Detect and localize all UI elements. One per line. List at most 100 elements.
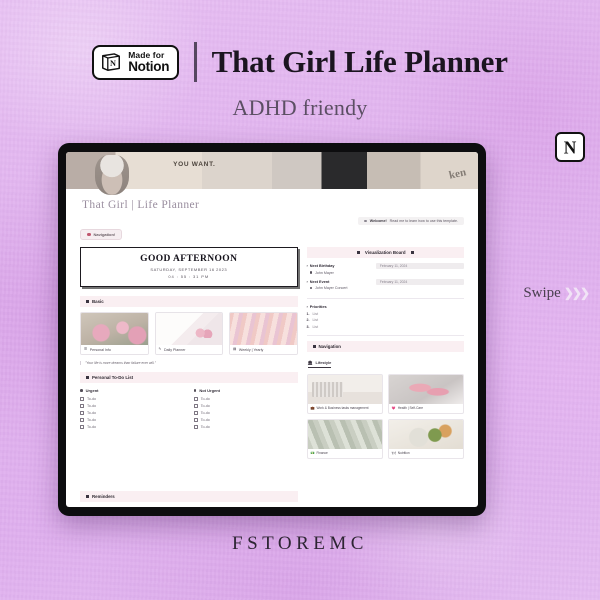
- checkbox[interactable]: [80, 418, 84, 423]
- page-title: That Girl Life Planner: [211, 44, 508, 79]
- checkbox[interactable]: [193, 396, 198, 401]
- todo-item[interactable]: To-do: [193, 403, 298, 408]
- nav-card-nutrition[interactable]: 🍽 Nutrition: [387, 418, 464, 459]
- building-icon: 🏛: [307, 359, 313, 365]
- checkbox[interactable]: [193, 403, 198, 408]
- todo-column-title: Not Urgent: [193, 388, 298, 393]
- todo-columns: Urgent To-do To-do To-do To-do To-do Not: [80, 388, 298, 432]
- welcome-callout[interactable]: Welcome! Read me to learn how to use thi…: [358, 217, 464, 225]
- card-caption: 💵 Finance: [308, 449, 382, 458]
- badge-text: Made for Notion: [128, 50, 170, 74]
- swipe-label: Swipe: [523, 285, 561, 301]
- square-bullet-icon: [356, 251, 360, 254]
- priority-item[interactable]: 1. List: [307, 312, 465, 316]
- basic-card-personal-info[interactable]: ☰ Personal Info: [80, 312, 149, 355]
- chevron-right-icon: ❯❯❯: [563, 286, 590, 300]
- todo-item[interactable]: To-do: [193, 410, 298, 415]
- navigation-cards: 💼 Work & Business tasks management 💗 Hea…: [306, 373, 464, 459]
- todo-label: To-do: [87, 396, 96, 401]
- reminders-heading-label: Reminders: [92, 494, 115, 499]
- priority-item[interactable]: 3. List: [307, 325, 465, 329]
- visualization-heading-label: Visualization Board: [364, 250, 406, 255]
- checkbox[interactable]: [193, 425, 198, 430]
- nav-card-health-selfcare[interactable]: 💗 Health | Self-Care: [387, 373, 464, 414]
- badge-notion: Notion: [128, 59, 170, 74]
- visualization-row-birthday: › Next Birthday February 11, 2024: [306, 263, 464, 269]
- card-caption: 🍽 Nutrition: [389, 449, 463, 458]
- checkbox[interactable]: [80, 396, 84, 401]
- card-thumbnail: [155, 313, 222, 345]
- todo-item[interactable]: To-do: [193, 396, 298, 401]
- basic-card-weekly-yearly[interactable]: ▤ Weekly | Yearly: [229, 312, 298, 355]
- row-key-label: Next Birthday: [309, 264, 335, 268]
- greeting-card: GOOD AFTERNOON SATURDAY, SEPTEMBER 16 20…: [80, 247, 298, 287]
- tablet-mockup: YOU WANT. ken That Girl | Life Planner W…: [58, 143, 486, 516]
- tab-lifestyle-label: Lifestyle: [315, 359, 332, 365]
- notion-page: That Girl | Life Planner Welcome! Read m…: [66, 189, 478, 507]
- checkbox[interactable]: [80, 403, 84, 408]
- left-column: GOOD AFTERNOON SATURDAY, SEPTEMBER 16 20…: [80, 247, 298, 507]
- welcome-text: Read me to learn how to use this templat…: [389, 219, 458, 223]
- todo-item[interactable]: To-do: [80, 418, 184, 423]
- basic-card-daily-planner[interactable]: ✎ Daily Planner: [154, 312, 223, 355]
- priority-item[interactable]: 2. List: [307, 318, 465, 322]
- basic-heading-label: Basic: [92, 299, 104, 304]
- todo-item[interactable]: To-do: [80, 410, 184, 415]
- nav-card-finance[interactable]: 💵 Finance: [306, 418, 383, 459]
- todo-item[interactable]: To-do: [80, 396, 184, 401]
- visualization-section-heading: Visualization Board: [306, 247, 464, 258]
- visualization-subitem-birthday: John Mayer: [309, 271, 465, 275]
- swipe-indicator: Swipe ❯❯❯: [523, 285, 590, 302]
- todo-label: To-do: [200, 396, 210, 401]
- reminders-section: Reminders: [80, 491, 298, 507]
- square-bullet-icon: [86, 300, 89, 303]
- card-thumbnail: [307, 419, 382, 449]
- subitem-label: John Mayer Concert: [315, 286, 348, 290]
- right-column: Visualization Board › Next Birthday Febr…: [306, 247, 465, 507]
- checkbox[interactable]: [193, 410, 198, 415]
- greeting-time: 04 : 55 : 31 PM: [168, 274, 210, 279]
- notion-cover-image: YOU WANT. ken: [66, 152, 478, 195]
- visualization-row-event: › Next Event February 11, 2024: [307, 278, 464, 285]
- todo-urgent-label: Urgent: [85, 388, 99, 393]
- card-caption: 💼 Work & Business tasks management: [308, 404, 382, 413]
- checkbox[interactable]: [80, 425, 84, 430]
- checkbox[interactable]: [80, 410, 84, 415]
- food-icon: 🍽: [391, 451, 396, 456]
- todo-heading-label: Personal To-Do List: [92, 375, 134, 380]
- checkbox[interactable]: [193, 418, 198, 423]
- chevron-right-icon: ›: [306, 264, 308, 268]
- card-label: Nutrition: [397, 451, 410, 456]
- todo-item[interactable]: To-do: [193, 425, 298, 430]
- made-for-notion-badge: N Made for Notion: [92, 44, 180, 80]
- todo-label: To-do: [200, 410, 210, 415]
- priority-number: 2.: [306, 318, 310, 323]
- brand-watermark: FSTOREMC: [232, 533, 368, 554]
- nav-card-work-business[interactable]: 💼 Work & Business tasks management: [306, 373, 383, 414]
- priorities-title: › Priorities: [307, 304, 465, 309]
- reminders-section-heading: Reminders: [80, 491, 298, 502]
- calendar-icon: ▤: [233, 346, 237, 351]
- card-label: Daily Planner: [164, 347, 186, 352]
- tab-lifestyle[interactable]: 🏛 Lifestyle: [307, 359, 332, 368]
- todo-column-urgent: Urgent To-do To-do To-do To-do To-do: [80, 388, 184, 432]
- heart-icon: 💗: [391, 406, 396, 411]
- navigation-pill-label: Navigation!: [93, 232, 116, 237]
- card-caption: ▤ Weekly | Yearly: [230, 345, 297, 354]
- title-row: N Made for Notion That Girl Life Planner: [92, 42, 508, 82]
- todo-label: To-do: [87, 410, 96, 415]
- subtitle: ADHD friendy: [232, 95, 368, 120]
- person-icon: ☰: [84, 346, 88, 351]
- todo-item[interactable]: To-do: [80, 403, 184, 408]
- chevron-right-icon: ›: [306, 303, 308, 309]
- svg-text:N: N: [110, 59, 116, 68]
- square-bullet-icon: [86, 495, 89, 498]
- priority-label: List: [312, 324, 319, 329]
- card-label: Personal Info: [89, 347, 111, 352]
- basic-cards: ☰ Personal Info ✎ Daily Planner ▤ Weekly…: [80, 312, 298, 355]
- todo-item[interactable]: To-do: [80, 425, 184, 430]
- todo-item[interactable]: To-do: [193, 418, 298, 423]
- navigation-pill-button[interactable]: Navigation!: [80, 229, 123, 240]
- square-bullet-icon: [312, 344, 316, 348]
- notion-page-title: That Girl | Life Planner: [82, 199, 200, 211]
